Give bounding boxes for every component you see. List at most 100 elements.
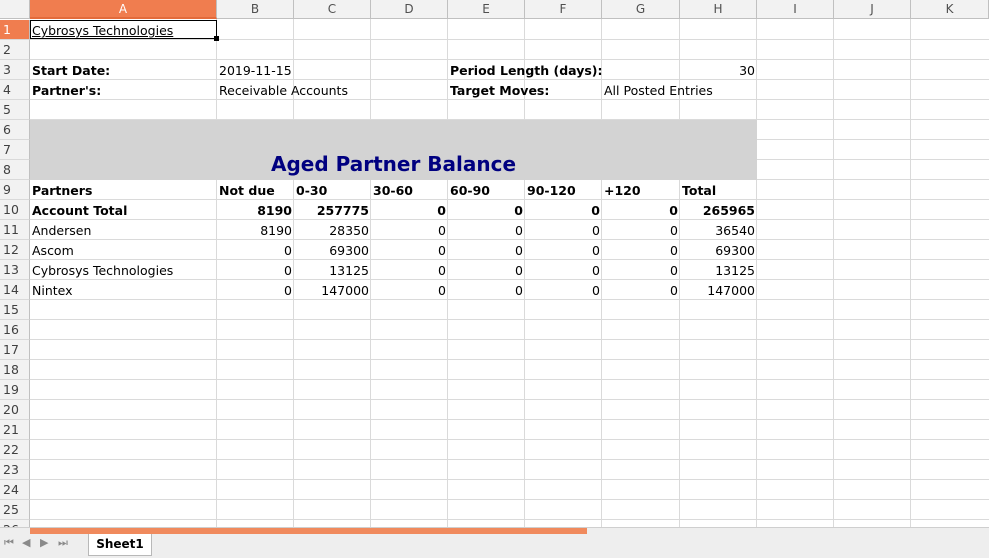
table-header-cell[interactable]: +120 — [602, 180, 641, 200]
amount-cell[interactable]: 28350 — [294, 220, 371, 240]
column-header-e[interactable]: E — [448, 0, 525, 19]
table-header-cell[interactable]: 0-30 — [294, 180, 327, 200]
table-header-cell[interactable]: Not due — [217, 180, 275, 200]
table-header-cell[interactable]: 60-90 — [448, 180, 490, 200]
row-header-8[interactable]: 8 — [0, 160, 30, 180]
amount-cell[interactable]: 13125 — [680, 260, 757, 280]
amount-cell[interactable]: 0 — [217, 280, 294, 300]
amount-cell[interactable]: 0 — [525, 240, 602, 260]
row-header-12[interactable]: 12 — [0, 240, 30, 260]
amount-cell[interactable]: 69300 — [680, 240, 757, 260]
row-header-20[interactable]: 20 — [0, 400, 30, 420]
amount-cell[interactable]: 0 — [525, 220, 602, 240]
amount-cell[interactable]: 0 — [602, 200, 680, 220]
partner-name-cell[interactable]: Andersen — [30, 220, 91, 240]
amount-cell[interactable]: 0 — [448, 200, 525, 220]
row-header-11[interactable]: 11 — [0, 220, 30, 240]
amount-cell[interactable]: 0 — [602, 260, 680, 280]
column-header-d[interactable]: D — [371, 0, 448, 19]
row-header-17[interactable]: 17 — [0, 340, 30, 360]
amount-cell[interactable]: 257775 — [294, 200, 371, 220]
amount-cell[interactable]: 8190 — [217, 200, 294, 220]
horizontal-scrollbar[interactable] — [30, 528, 587, 534]
row-header-7[interactable]: 7 — [0, 140, 30, 160]
row-header-4[interactable]: 4 — [0, 80, 30, 100]
row-header-1[interactable]: 1 — [0, 20, 30, 40]
amount-cell[interactable]: 0 — [602, 240, 680, 260]
column-header-k[interactable]: K — [911, 0, 989, 19]
amount-cell[interactable]: 0 — [448, 280, 525, 300]
row-header-16[interactable]: 16 — [0, 320, 30, 340]
amount-cell[interactable]: 0 — [217, 240, 294, 260]
amount-cell[interactable]: 69300 — [294, 240, 371, 260]
amount-cell[interactable]: 13125 — [294, 260, 371, 280]
next-sheet-icon[interactable]: ▶ — [40, 537, 48, 549]
fill-handle[interactable] — [214, 36, 219, 41]
amount-cell[interactable]: 265965 — [680, 200, 757, 220]
row-header-21[interactable]: 21 — [0, 420, 30, 440]
amount-cell[interactable]: 0 — [602, 220, 680, 240]
start-date-label[interactable]: Start Date: — [30, 60, 110, 80]
row-header-5[interactable]: 5 — [0, 100, 30, 120]
partner-name-cell[interactable]: Nintex — [30, 280, 73, 300]
row-header-23[interactable]: 23 — [0, 460, 30, 480]
amount-cell[interactable]: 0 — [525, 200, 602, 220]
partners-value[interactable]: Receivable Accounts — [217, 80, 348, 100]
amount-cell[interactable]: 0 — [448, 260, 525, 280]
row-header-26[interactable]: 26 — [0, 520, 30, 527]
amount-cell[interactable]: 0 — [448, 220, 525, 240]
last-sheet-icon[interactable]: ⏭ — [58, 537, 68, 549]
row-header-2[interactable]: 2 — [0, 40, 30, 60]
row-header-22[interactable]: 22 — [0, 440, 30, 460]
row-header-10[interactable]: 10 — [0, 200, 30, 220]
partner-name-cell[interactable]: Cybrosys Technologies — [30, 260, 173, 280]
amount-cell[interactable]: 0 — [371, 220, 448, 240]
amount-cell[interactable]: 8190 — [217, 220, 294, 240]
column-header-i[interactable]: I — [757, 0, 834, 19]
partner-name-cell[interactable]: Account Total — [30, 200, 127, 220]
row-header-19[interactable]: 19 — [0, 380, 30, 400]
amount-cell[interactable]: 0 — [525, 260, 602, 280]
column-header-j[interactable]: J — [834, 0, 911, 19]
column-header-b[interactable]: B — [217, 0, 294, 19]
amount-cell[interactable]: 0 — [525, 280, 602, 300]
amount-cell[interactable]: 36540 — [680, 220, 757, 240]
prev-sheet-icon[interactable]: ◀ — [22, 537, 30, 549]
amount-cell[interactable]: 0 — [448, 240, 525, 260]
amount-cell[interactable]: 0 — [217, 260, 294, 280]
spreadsheet-grid[interactable]: ABCDEFGHIJK 1 2 3 4 5 6 7 8 9 10 11 12 13 14 15 16 17 18 1… — [0, 0, 989, 527]
partner-name-cell[interactable]: Ascom — [30, 240, 74, 260]
amount-cell[interactable]: 0 — [371, 200, 448, 220]
target-moves-label[interactable]: Target Moves: — [448, 80, 549, 100]
row-header-3[interactable]: 3 — [0, 60, 30, 80]
column-header-h[interactable]: H — [680, 0, 757, 19]
row-header-18[interactable]: 18 — [0, 360, 30, 380]
partners-label[interactable]: Partner's: — [30, 80, 101, 100]
amount-cell[interactable]: 147000 — [294, 280, 371, 300]
first-sheet-icon[interactable]: ⏮ — [4, 537, 14, 549]
row-header-24[interactable]: 24 — [0, 480, 30, 500]
row-header-9[interactable]: 9 — [0, 180, 30, 200]
row-header-15[interactable]: 15 — [0, 300, 30, 320]
column-header-a[interactable]: A — [30, 0, 217, 19]
select-all-corner[interactable] — [0, 0, 30, 19]
amount-cell[interactable]: 0 — [602, 280, 680, 300]
amount-cell[interactable]: 147000 — [680, 280, 757, 300]
table-header-cell[interactable]: 90-120 — [525, 180, 576, 200]
start-date-value[interactable]: 2019-11-15 — [217, 60, 292, 80]
table-header-cell[interactable]: 30-60 — [371, 180, 413, 200]
row-header-25[interactable]: 25 — [0, 500, 30, 520]
amount-cell[interactable]: 0 — [371, 260, 448, 280]
sheet-tab-sheet1[interactable]: Sheet1 — [88, 534, 152, 556]
table-header-cell[interactable]: Partners — [30, 180, 92, 200]
target-moves-value[interactable]: All Posted Entries — [602, 80, 713, 100]
row-header-14[interactable]: 14 — [0, 280, 30, 300]
period-length-value[interactable]: 30 — [680, 60, 757, 80]
column-header-g[interactable]: G — [602, 0, 680, 19]
column-header-c[interactable]: C — [294, 0, 371, 19]
amount-cell[interactable]: 0 — [371, 280, 448, 300]
period-length-label[interactable]: Period Length (days): — [448, 60, 603, 80]
amount-cell[interactable]: 0 — [371, 240, 448, 260]
row-header-13[interactable]: 13 — [0, 260, 30, 280]
table-header-cell[interactable]: Total — [680, 180, 716, 200]
